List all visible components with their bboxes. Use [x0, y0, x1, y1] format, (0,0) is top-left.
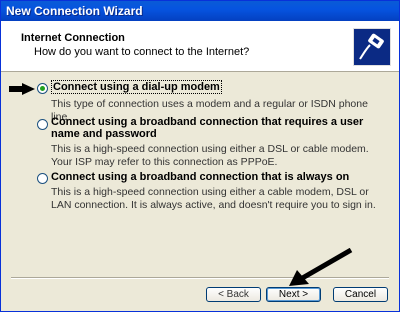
- pointer-arrow-icon: [9, 83, 35, 95]
- option-broadband-login-description: This is a high-speed connection using ei…: [51, 143, 369, 168]
- pointer-arrow-next-icon: [289, 248, 353, 286]
- wizard-window: New Connection Wizard Internet Connectio…: [0, 0, 400, 312]
- option-dial-up-label[interactable]: Connect using a dial-up modem: [51, 80, 222, 94]
- header-title: Internet Connection: [21, 32, 125, 44]
- back-button[interactable]: < Back: [206, 287, 261, 302]
- next-button[interactable]: Next >: [266, 287, 321, 302]
- radio-broadband-always-on[interactable]: [37, 173, 48, 184]
- radio-dial-up[interactable]: [37, 83, 48, 94]
- header-subtitle: How do you want to connect to the Intern…: [34, 46, 250, 58]
- cancel-button[interactable]: Cancel: [333, 287, 388, 302]
- title-bar[interactable]: New Connection Wizard: [1, 1, 399, 21]
- option-broadband-login-label[interactable]: Connect using a broadband connection tha…: [51, 116, 381, 140]
- wizard-header: Internet Connection How do you want to c…: [1, 21, 399, 72]
- option-broadband-always-on-description: This is a high-speed connection using ei…: [51, 186, 376, 211]
- network-cable-icon: [353, 28, 391, 66]
- option-broadband-always-on-label[interactable]: Connect using a broadband connection tha…: [51, 171, 349, 183]
- window-title: New Connection Wizard: [6, 4, 143, 18]
- radio-broadband-login[interactable]: [37, 119, 48, 130]
